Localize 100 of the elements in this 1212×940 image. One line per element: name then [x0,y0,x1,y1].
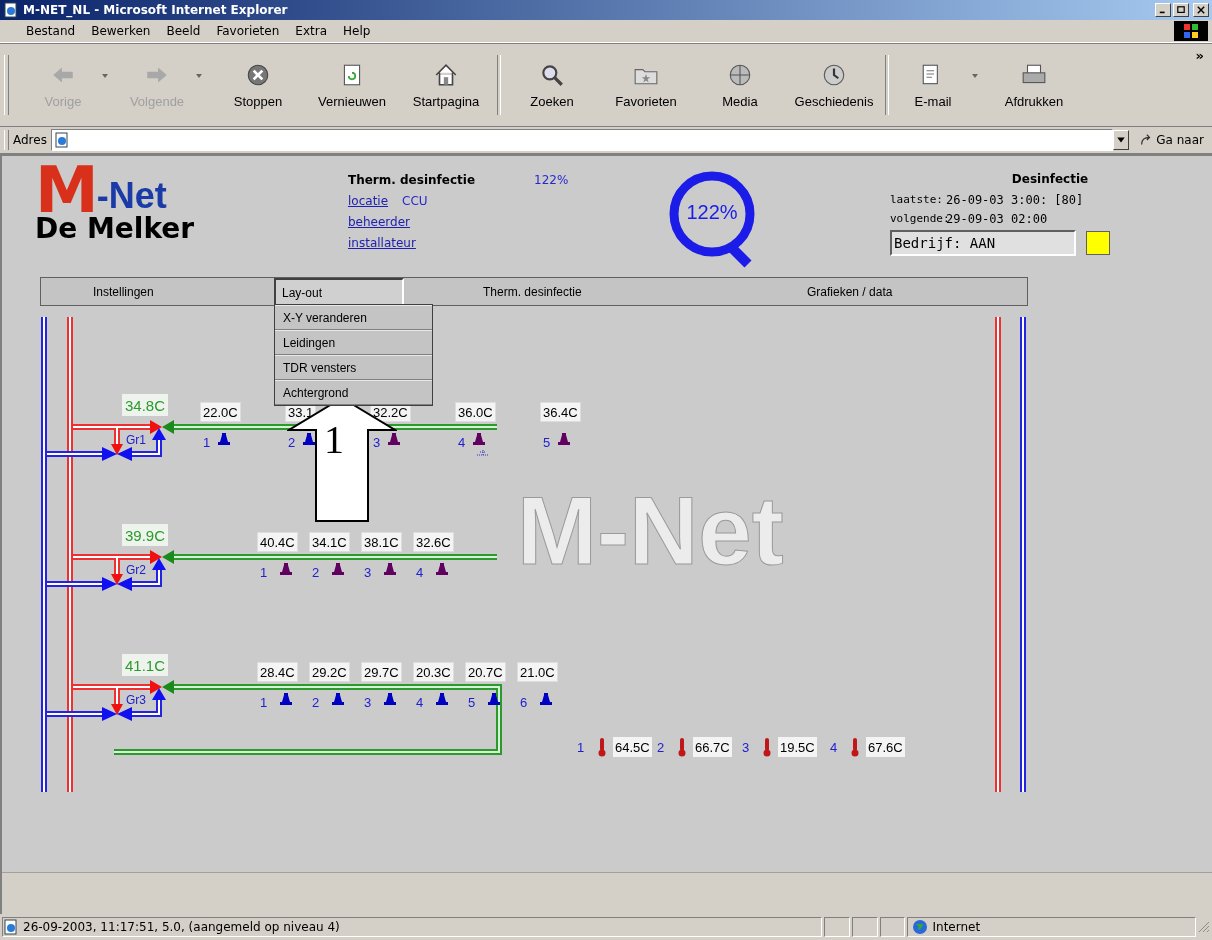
tap-reading: 21.0C [517,662,558,682]
nav-tab[interactable]: Grafieken / data [801,280,899,303]
status-pane [851,917,878,937]
menu-item[interactable]: X-Y veranderen [275,305,432,330]
address-field[interactable] [50,129,1114,151]
group-temperature: 41.1C [122,654,169,676]
nav-tab[interactable]: Therm. desinfectie [477,280,588,303]
bell-icon[interactable] [279,562,293,576]
toolbar-button[interactable]: Zoeken [505,57,599,113]
maximize-button[interactable] [1173,3,1189,17]
minimize-button[interactable] [1155,3,1171,17]
sensor-reading: 64.5C [613,737,652,757]
nav-link[interactable]: installateur [348,235,416,250]
bell-icon[interactable] [387,432,401,446]
globe-icon [912,919,929,935]
menu-item[interactable]: Favorieten [208,24,288,38]
nav-link[interactable]: beheerder [348,214,411,229]
bell-icon[interactable] [487,692,501,706]
dotted-mark-icon [475,449,491,457]
thermometer-icon [762,737,772,757]
group-label: Gr1 [126,433,146,447]
page-icon [53,132,70,148]
tap-reading: 20.7C [465,662,506,682]
bell-icon[interactable] [217,432,231,446]
group-temperature: 39.9C [122,524,169,546]
tap-reading: 34.1C [309,532,350,552]
bell-icon[interactable] [472,432,486,446]
tap-number: 2 [288,435,296,450]
toolbar-button[interactable]: Vernieuwen [305,57,399,113]
tap-number: 1 [260,695,268,710]
group-label: Gr2 [126,563,146,577]
tap-reading: 28.4C [257,662,298,682]
nav-tab[interactable]: Instellingen [87,280,160,303]
bell-icon[interactable] [383,562,397,576]
section-title: Therm. desinfectie [348,172,476,187]
toolbar-button[interactable]: Afdrukken [987,57,1081,113]
tap-number: 4 [458,435,466,450]
tap-reading: 32.6C [413,532,454,552]
page-icon [3,919,19,935]
menu-item[interactable]: Achtergrond [275,380,432,405]
toolbar-button[interactable]: Favorieten [599,57,693,113]
status-text: 26-09-2003, 11:17:51, 5.0, (aangemeld op niveau 4) [23,920,340,934]
date-value: 29-09-03 02:00 [946,211,1048,226]
bell-icon[interactable] [435,562,449,576]
menu-item[interactable]: Extra [287,24,335,38]
address-label: Adres [13,133,47,147]
tap-number: 3 [373,435,381,450]
tap-reading: 29.7C [361,662,402,682]
bell-icon[interactable] [557,432,571,446]
menu-item[interactable]: Bestand [18,24,84,38]
menu-item[interactable]: Bewerken [83,24,159,38]
sensor-number: 4 [830,740,838,755]
bell-icon[interactable] [383,692,397,706]
bell-icon[interactable] [331,562,345,576]
close-button[interactable] [1193,3,1209,17]
menu-item[interactable]: Leidingen [275,330,432,355]
sensor-reading: 19.5C [778,737,817,757]
resize-grip-icon[interactable] [1198,921,1210,933]
toolbar-button[interactable]: Stoppen [211,57,305,113]
nav-tab[interactable]: Lay-out [274,277,404,306]
tap-number: 6 [520,695,528,710]
menu-item[interactable]: TDR vensters [275,355,432,380]
tap-reading: 22.0C [200,402,241,422]
tap-number: 4 [416,565,424,580]
window-title: M-NET_NL - Microsoft Internet Explorer [23,3,289,17]
dropdown-button[interactable] [1113,130,1130,150]
toolbar-button[interactable]: Geschiedenis [787,57,881,113]
maximize-icon [1176,6,1186,14]
tap-reading: 36.0C [455,402,496,422]
toolbar-overflow-button[interactable]: » [1195,48,1204,63]
sensor-number: 1 [577,740,585,755]
caret-icon [1116,135,1127,145]
group-label: Gr3 [126,693,146,707]
date-value: 26-09-03 3:00: [80] [946,192,1084,207]
toolbar-button[interactable]: E-mail [893,57,987,113]
bell-icon[interactable] [435,692,449,706]
caret-icon [195,71,203,80]
tap-number: 3 [364,565,372,580]
bell-icon[interactable] [279,692,293,706]
bell-icon[interactable] [331,692,345,706]
toolbar-button[interactable]: Media [693,57,787,113]
bell-icon[interactable] [302,432,316,446]
field-label: volgende: [890,212,946,225]
sensor-reading: 66.7C [693,737,732,757]
location-value: CCU [402,193,428,208]
location-link[interactable]: locatie [348,193,389,208]
bell-icon[interactable] [539,692,553,706]
gauge-value: 122% [685,201,739,224]
tap-reading: 36.4C [540,402,581,422]
menu-item[interactable]: Help [335,24,379,38]
logo-name: -Net [96,178,167,214]
group-temperature: 34.8C [122,394,169,416]
menu-item[interactable]: Beeld [158,24,209,38]
tap-number: 5 [468,695,476,710]
tap-reading: 38.1C [361,532,402,552]
tap-number: 1 [260,565,268,580]
go-button[interactable]: Ga naar [1135,133,1208,147]
toolbar-button[interactable]: Startpagina [399,57,493,113]
thermometer-icon [850,737,860,757]
tap-number: 4 [416,695,424,710]
